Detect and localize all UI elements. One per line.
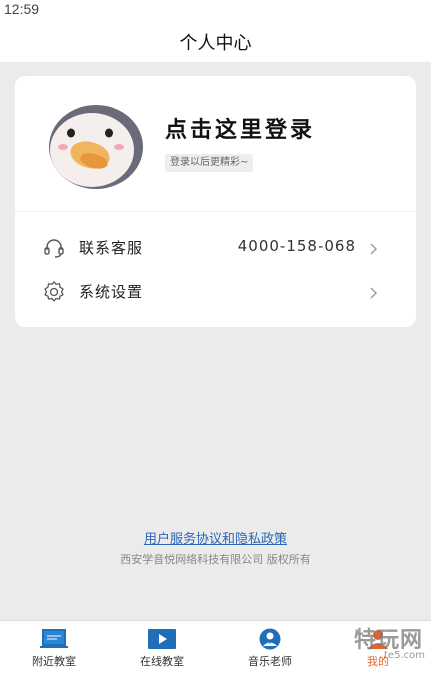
copyright-text: 西安学音悦网络科技有限公司 版权所有 [120,553,311,566]
system-settings-row[interactable]: 系统设置 [15,270,416,314]
avatar[interactable] [47,103,145,191]
service-phone: 4000-158-068 [237,237,356,255]
page-header: 个人中心 [0,20,431,62]
system-settings-label: 系统设置 [79,283,144,301]
contact-service-row[interactable]: 联系客服 4000-158-068 [15,226,416,270]
agreement-link[interactable]: 用户服务协议和隐私政策 [0,528,431,547]
tab-label: 音乐老师 [248,655,292,668]
duck-avatar-icon [49,105,143,189]
tab-label: 我的 [367,655,389,668]
chevron-right-icon [366,285,380,299]
tab-online-classroom[interactable]: 在线教室 [108,621,216,673]
divider [15,211,416,212]
status-bar: 12:59 [0,0,431,20]
profile-card: 点击这里登录 登录以后更精彩~ 联系客服 4000-158-068 系统设置 [15,76,416,327]
chevron-right-icon [366,241,380,255]
status-time: 12:59 [4,1,40,17]
teacher-icon [255,628,285,650]
video-play-icon [147,628,177,650]
contact-service-label: 联系客服 [79,239,144,257]
headset-icon [43,237,65,259]
tab-label: 附近教室 [32,655,76,668]
login-hint: 登录以后更精彩~ [165,154,254,172]
page-title: 个人中心 [179,33,252,54]
tab-music-teacher[interactable]: 音乐老师 [216,621,324,673]
tab-mine[interactable]: 我的 [324,621,431,673]
login-prompt[interactable]: 点击这里登录 [165,112,315,144]
tab-nearby-classroom[interactable]: 附近教室 [0,621,108,673]
profile-icon [363,628,393,650]
tab-label: 在线教室 [140,655,184,668]
gear-icon [43,281,65,303]
classroom-board-icon [39,628,69,650]
bottom-tab-bar: 附近教室 在线教室 音乐老师 我的 [0,620,431,673]
